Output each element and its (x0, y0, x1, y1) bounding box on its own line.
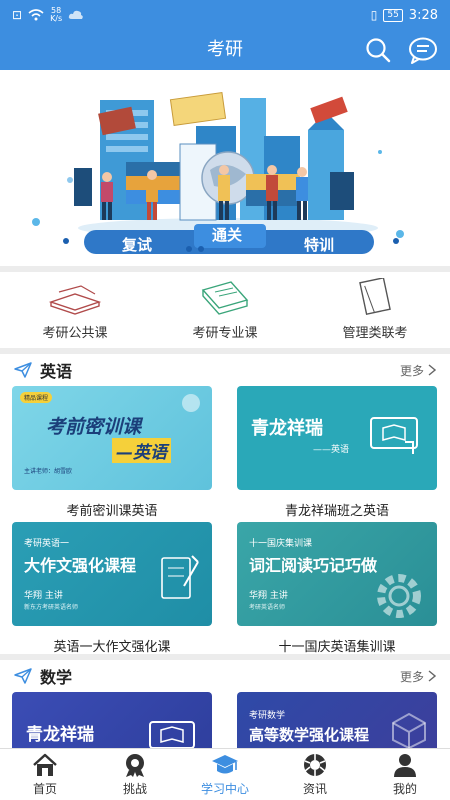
course-title: 十一国庆英语集训课 (278, 640, 396, 655)
category-management-exam[interactable]: 管理类联考 (300, 272, 450, 348)
gear-icon (377, 574, 421, 618)
course-thumbnail: 精品课程 考前密训课 —英语 主讲老师：胡雪欧 (12, 386, 212, 490)
thumbnail-title: 青龙祥瑞 (26, 725, 94, 745)
course-thumbnail: 考研数学 高等数学强化课程 (237, 692, 437, 750)
tab-profile[interactable]: 我的 (360, 749, 450, 800)
status-bar: ⊡ 58 K/s ▯ 55 3:28 (0, 0, 450, 30)
course-thumbnail: 青龙祥瑞 (12, 692, 212, 750)
notebook-icon (201, 281, 249, 315)
thumbnail-meta-2: 考研英语名师 (249, 604, 286, 611)
send-icon (14, 362, 32, 378)
tab-learning-center[interactable]: 学习中心 (180, 749, 270, 800)
bottom-tab-bar: 首页 挑战 学习中心 资讯 我的 (0, 748, 450, 800)
category-row: 考研公共课 考研专业课 管理类联考 (0, 272, 450, 348)
course-thumbnail: 青龙祥瑞 ——英语 (237, 386, 437, 490)
cloud-icon (68, 10, 83, 19)
course-card[interactable]: 十一国庆集训课 词汇阅读巧记巧做 华翔 主讲 考研英语名师 十一国庆英语集训课 (237, 522, 437, 655)
thumbnail-kicker: 考研数学 (249, 711, 286, 721)
graduation-cap-icon (212, 755, 238, 774)
message-icon[interactable] (408, 36, 438, 64)
thumbnail-meta: 华翔 主讲 (249, 591, 288, 601)
search-icon[interactable] (364, 36, 392, 64)
clock: 3:28 (408, 7, 438, 23)
course-card[interactable]: 考研数学 高等数学强化课程 (237, 692, 437, 750)
more-link[interactable]: 更多 (400, 668, 436, 685)
carousel-dots (186, 246, 204, 252)
tab-news[interactable]: 资讯 (270, 749, 360, 800)
chevron-right-icon (428, 364, 436, 376)
thumbnail-meta-2: 新东方考研英语名师 (24, 604, 79, 611)
thumbnail-subtitle: ——英语 (313, 445, 350, 455)
thumbnail-title: 考前密训课 (46, 416, 142, 438)
section-header: 英语 更多 (0, 354, 450, 386)
app-bar: 考研 (0, 30, 450, 70)
thumbnail-meta: 主讲老师：胡雪欧 (24, 468, 73, 475)
course-card[interactable]: 青龙祥瑞 (12, 692, 212, 750)
thumbnail-title: 高等数学强化课程 (249, 726, 370, 744)
promo-banner[interactable]: 复试 通关 特训 (0, 70, 450, 266)
wifi-icon (28, 9, 44, 21)
course-thumbnail: 考研英语一 大作文强化课程 华翔 主讲 新东方考研英语名师 (12, 522, 212, 626)
books-icon (48, 285, 102, 315)
network-speed: 58 K/s (50, 6, 63, 23)
news-icon (304, 754, 326, 776)
thumbnail-title: 大作文强化课程 (24, 556, 137, 575)
thumbnail-kicker: 考研英语一 (24, 539, 70, 549)
course-title: 考前密训课英语 (66, 504, 158, 519)
section-title: 英语 (40, 362, 73, 381)
banner-text-right: 特训 (304, 236, 335, 254)
tab-home[interactable]: 首页 (0, 749, 90, 800)
notebook-pen-icon (161, 555, 199, 599)
category-label: 考研专业课 (192, 326, 258, 341)
course-thumbnail: 十一国庆集训课 词汇阅读巧记巧做 华翔 主讲 考研英语名师 (237, 522, 437, 626)
reader-icon (149, 721, 195, 748)
chevron-right-icon (428, 670, 436, 682)
course-card[interactable]: 精品课程 考前密训课 —英语 主讲老师：胡雪欧 考前密训课英语 (12, 386, 212, 519)
category-public-courses[interactable]: 考研公共课 (0, 272, 150, 348)
course-card[interactable]: 青龙祥瑞 ——英语 青龙祥瑞班之英语 (237, 386, 437, 519)
reader-icon (370, 417, 418, 454)
cube-icon (392, 712, 426, 750)
book-icon (359, 278, 391, 315)
carousel-dot[interactable] (198, 246, 204, 252)
category-major-courses[interactable]: 考研专业课 (150, 272, 300, 348)
sim-alert-icon: ⊡ (12, 8, 23, 22)
thumbnail-title: 词汇阅读巧记巧做 (249, 556, 378, 575)
course-card[interactable]: 考研英语一 大作文强化课程 华翔 主讲 新东方考研英语名师 英语一大作文强化课 (12, 522, 212, 655)
course-title: 青龙祥瑞班之英语 (284, 504, 389, 519)
challenge-icon (126, 754, 144, 777)
section-header: 数学 更多 (0, 660, 450, 692)
vibrate-icon: ▯ (370, 8, 378, 22)
battery-indicator: 55 (383, 8, 403, 22)
thumbnail-title: 青龙祥瑞 (251, 418, 323, 439)
thumbnail-meta: 华翔 主讲 (24, 591, 63, 601)
course-title: 英语一大作文强化课 (53, 640, 171, 655)
section-title: 数学 (40, 668, 73, 687)
profile-icon (394, 754, 416, 777)
category-label: 管理类联考 (342, 326, 408, 341)
thumbnail-subtitle: —英语 (112, 438, 171, 463)
banner-text-center: 通关 (212, 226, 243, 244)
more-link[interactable]: 更多 (400, 362, 436, 379)
thumbnail-kicker: 十一国庆集训课 (249, 539, 313, 549)
banner-text-left: 复试 (122, 236, 153, 254)
course-tag: 精品课程 (20, 392, 53, 403)
home-icon (33, 753, 57, 776)
category-label: 考研公共课 (42, 326, 108, 341)
carousel-dot[interactable] (186, 246, 192, 252)
tab-challenge[interactable]: 挑战 (90, 749, 180, 800)
send-icon (14, 668, 32, 684)
